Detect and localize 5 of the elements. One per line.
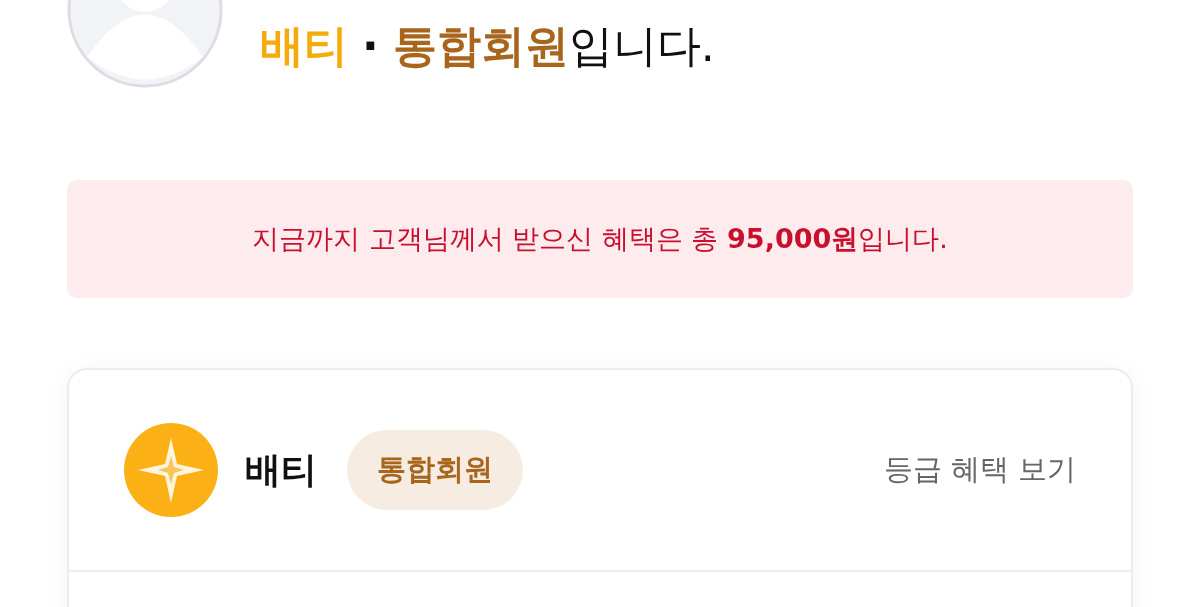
grade-benefits-link[interactable]: 등급 혜택 보기	[883, 450, 1076, 490]
benefit-banner: 지금까지 고객님께서 받으신 혜택은 총 95,000원입니다.	[67, 180, 1133, 298]
profile-heading: 배티 · 통합회원입니다.	[260, 20, 715, 73]
grade-name: 배티	[245, 447, 317, 492]
membership-badge: 통합회원	[347, 430, 523, 510]
